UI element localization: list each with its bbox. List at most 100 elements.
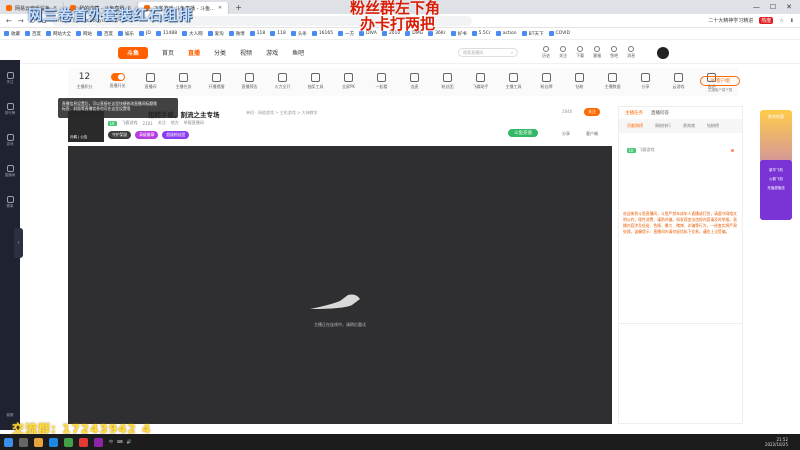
nav-home[interactable]: 首页: [162, 48, 174, 57]
tab-live-qa[interactable]: 直播问答: [651, 110, 669, 116]
bookmark-item[interactable]: 爱淘: [207, 31, 224, 37]
edge-icon[interactable]: [49, 437, 58, 447]
app-icon[interactable]: [94, 437, 103, 447]
hot-badge[interactable]: 热度: [759, 17, 774, 24]
meta-report[interactable]: 举报直播间: [184, 120, 204, 126]
bookmark-item[interactable]: 网站: [76, 31, 92, 37]
maximize-icon[interactable]: ☐: [770, 3, 776, 11]
app-icon[interactable]: [79, 437, 88, 447]
folder-icon[interactable]: [34, 437, 43, 447]
sidebar-item-rank[interactable]: 排行榜: [5, 103, 15, 116]
pc-client[interactable]: PC客户端 主播客户端下载: [700, 76, 740, 94]
bookmark-item[interactable]: 大人网: [182, 31, 203, 37]
header-icon-item[interactable]: 鱼吧: [610, 46, 618, 59]
bookmark-item[interactable]: 百度: [97, 31, 113, 37]
bookmark-item[interactable]: 头条: [290, 31, 307, 37]
close-icon[interactable]: ✕: [218, 5, 222, 11]
bookmark-item[interactable]: 118: [249, 31, 265, 36]
nav-video[interactable]: 视频: [240, 48, 252, 57]
sidebar-collapse-handle[interactable]: ‹: [14, 228, 23, 258]
header-icon-item[interactable]: 下载: [576, 46, 584, 59]
nav-game[interactable]: 游戏: [266, 48, 278, 57]
tag-badge[interactable]: 高级徽章: [135, 131, 159, 139]
bookmark-item[interactable]: COVID: [548, 31, 570, 36]
anchor-points[interactable]: 12 主播积分: [68, 68, 101, 90]
bookmark-item[interactable]: 微博: [228, 31, 245, 37]
toolbar-tool[interactable]: 主播任务: [167, 68, 200, 90]
site-logo[interactable]: 斗鱼: [118, 46, 148, 59]
toolbar-tool[interactable]: 直播间: [134, 68, 167, 90]
bookmark-item[interactable]: 5.5Cr: [471, 31, 491, 36]
nav-live[interactable]: 直播: [188, 48, 200, 57]
bookmark-item[interactable]: 百度: [25, 31, 41, 37]
forward-icon[interactable]: →: [18, 17, 24, 25]
bookmark-item[interactable]: action: [495, 31, 517, 36]
tag-fans[interactable]: 超级粉丝团: [162, 131, 190, 139]
live-switch[interactable]: 直播开关: [101, 68, 134, 89]
download-icon[interactable]: ⬇: [790, 18, 794, 24]
video-player[interactable]: 主播正在连线中，请稍后重试: [68, 146, 612, 424]
ime-icon[interactable]: 中: [109, 439, 113, 445]
header-icon-item[interactable]: 客服: [593, 46, 601, 59]
bookmark-item[interactable]: 一方: [338, 31, 354, 37]
anchor-name[interactable]: 飞客游戏: [122, 120, 138, 126]
nav-category[interactable]: 分类: [214, 48, 226, 57]
meta-follow[interactable]: 关注: [158, 120, 166, 126]
close-window-icon[interactable]: ✕: [786, 3, 792, 11]
new-tab-icon[interactable]: +: [229, 3, 248, 12]
toolbar-tool[interactable]: 抽奖工具: [299, 68, 332, 90]
recharge-button[interactable]: 斗鱼充值: [508, 129, 538, 137]
share-button[interactable]: 分享: [562, 131, 570, 137]
nav-yuba[interactable]: 鱼吧: [292, 48, 304, 57]
toolbar-tool[interactable]: 粉丝牌: [530, 68, 563, 90]
avatar[interactable]: [657, 46, 670, 59]
toolbar-tool[interactable]: 飞碟助手: [464, 68, 497, 90]
sidebar-item-follow[interactable]: 关注: [6, 72, 14, 85]
toolbar-tool[interactable]: 一起看: [365, 68, 398, 90]
start-icon[interactable]: [4, 437, 13, 447]
sidebar-item-room[interactable]: 直播间: [5, 165, 15, 178]
bookmark-item[interactable]: 118: [270, 31, 286, 36]
bookmark-item[interactable]: 16165: [311, 31, 333, 36]
search-icon[interactable]: ⌕: [511, 50, 513, 55]
tab-fans[interactable]: 周粉排行: [655, 123, 671, 129]
tab-anchor-task[interactable]: 主播任务: [625, 110, 643, 116]
toolbar-tool[interactable]: 连麦: [398, 68, 431, 90]
follow-button[interactable]: 关注: [584, 108, 600, 116]
toggle-switch[interactable]: [110, 73, 125, 81]
volume-icon[interactable]: 🔊: [127, 439, 132, 445]
float-ad-lower[interactable]: 豪华飞机 火箭飞机 充值超值送: [760, 160, 792, 220]
search-icon[interactable]: [19, 437, 28, 447]
toolbar-tool[interactable]: 主播工具: [497, 68, 530, 90]
app-icon[interactable]: [64, 437, 73, 447]
minimize-icon[interactable]: —: [753, 3, 760, 11]
bookmark-item[interactable]: 娱乐: [118, 31, 134, 37]
toolbar-tool[interactable]: 钻粉: [563, 68, 596, 90]
tab-weekly[interactable]: 贡献周榜: [627, 123, 643, 129]
header-icon-item[interactable]: 历史: [542, 46, 550, 59]
tab-diamond[interactable]: 钻粉榜: [707, 123, 719, 129]
header-icon-item[interactable]: 关注: [559, 46, 567, 59]
pc-client-button[interactable]: PC客户端: [700, 76, 740, 86]
toolbar-tool[interactable]: 全屏PK: [332, 68, 365, 90]
tab-vip[interactable]: 贵宾席: [683, 123, 695, 129]
toolbar-tool[interactable]: 火力全开: [266, 68, 299, 90]
toolbar-tool[interactable]: 粉丝团: [431, 68, 464, 90]
bookmark-item[interactable]: 11488: [155, 31, 177, 36]
sidebar-service[interactable]: 客服: [7, 413, 14, 418]
keyboard-icon[interactable]: ⌨: [117, 439, 123, 445]
header-icon-item[interactable]: 消息: [627, 46, 635, 59]
chat-input-area[interactable]: [619, 323, 742, 423]
sidebar-item-game[interactable]: 游戏: [6, 134, 14, 147]
bookmark-item[interactable]: BT天下: [521, 31, 544, 37]
search-input[interactable]: 搜索直播间 ⌕: [458, 48, 519, 57]
room-category[interactable]: 单机 · 网络游戏 > 主机游戏 > 大神教学: [246, 110, 318, 116]
toolbar-tool[interactable]: 主播数据: [596, 68, 629, 90]
bookmark-item[interactable]: 网站大全: [46, 31, 71, 37]
bookmark-item[interactable]: 好书: [450, 31, 467, 37]
back-icon[interactable]: ←: [6, 17, 12, 25]
toolbar-tool[interactable]: 分享: [629, 68, 662, 90]
star-icon[interactable]: ☆: [779, 18, 783, 24]
bookmark-item[interactable]: 收藏: [4, 31, 20, 37]
sidebar-item-event[interactable]: 赛事: [6, 196, 14, 209]
